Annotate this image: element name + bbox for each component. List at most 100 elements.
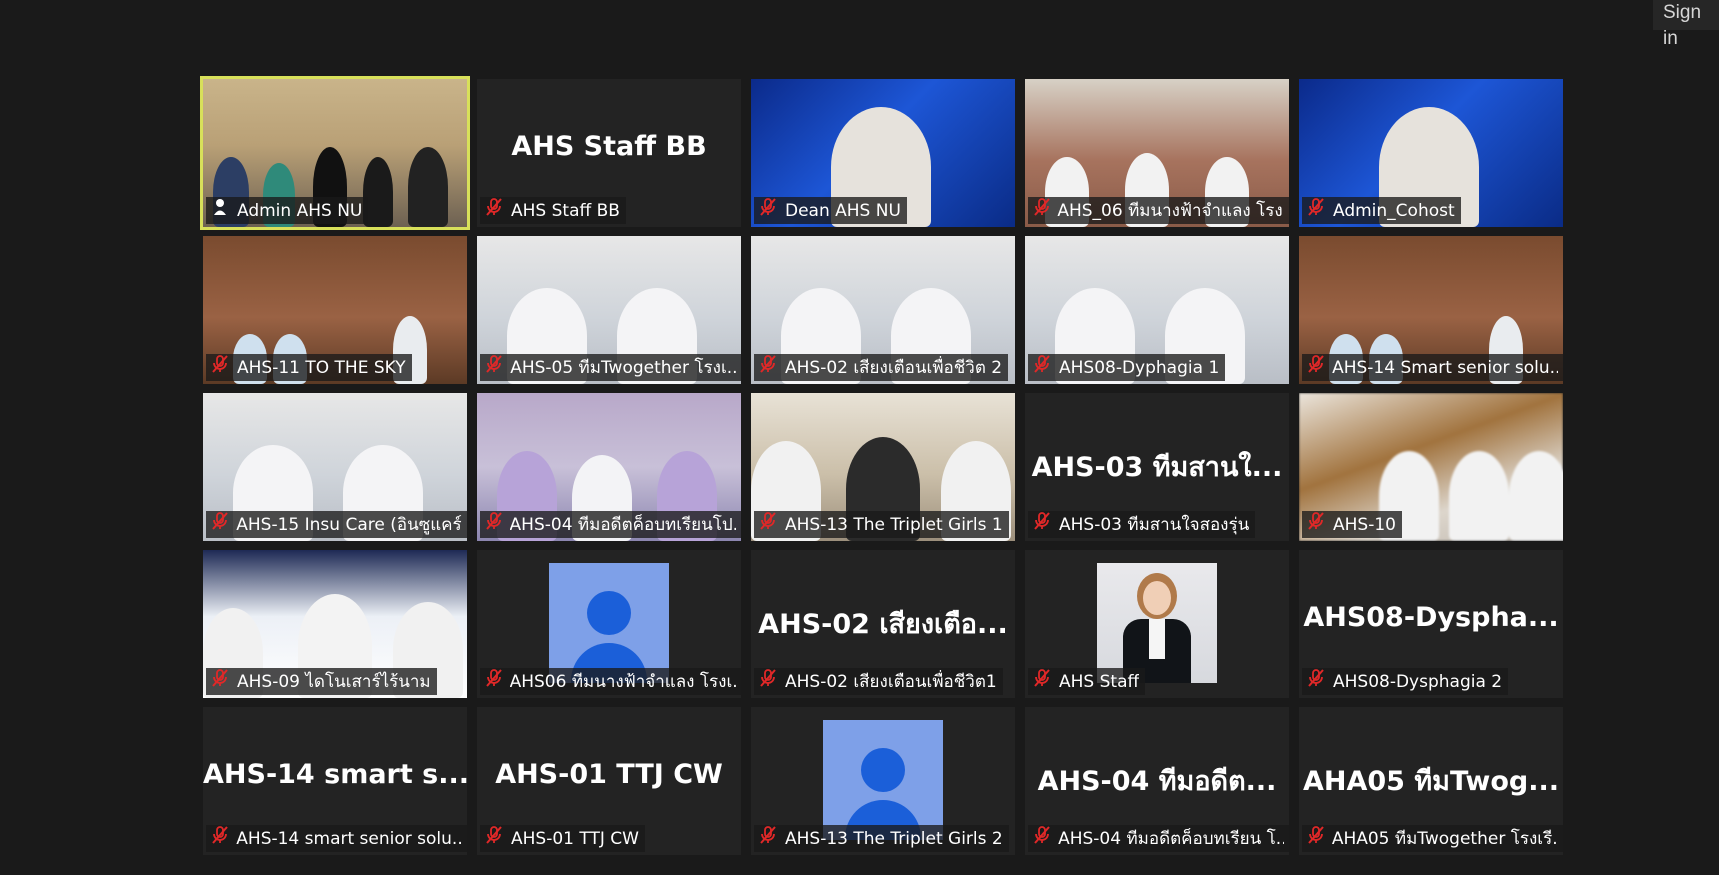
mic-muted-icon (758, 825, 785, 852)
mic-muted-icon (1306, 511, 1333, 538)
participant-tile[interactable]: AHS-13 The Triplet Girls 1 (751, 393, 1015, 541)
participant-tile[interactable]: AHS Staff BB AHS Staff BB (477, 79, 741, 227)
mic-muted-icon (1032, 354, 1059, 381)
participant-name: AHS-04 ทีมอดีตค็อบทเรียนโป... (509, 514, 736, 535)
participant-tile[interactable]: Admin AHS NU (200, 76, 470, 230)
participant-name-label: AHS-13 The Triplet Girls 1 (754, 511, 1009, 538)
participant-name-label: AHS-05 ทีมTwogether โรงเ... (480, 354, 741, 381)
participant-display-name: AHS-03 ทีมสานใ... (1031, 452, 1283, 483)
mic-muted-icon (1032, 511, 1059, 538)
participant-name-label: AHS-04 ทีมอดีตค็อบทเรียนโป... (480, 511, 741, 538)
participant-tile[interactable]: AHS Staff (1025, 550, 1289, 698)
participant-name-label: AHA05 ทีมTwogether โรงเรี... (1302, 825, 1563, 852)
participant-figure (1509, 451, 1563, 541)
participant-name: AHS-05 ทีมTwogether โรงเ... (510, 357, 736, 378)
participant-name: Dean AHS NU (785, 200, 901, 221)
mic-muted-icon (484, 825, 511, 852)
participant-name-label: AHS-02 เสียงเตือนเพื่อชีวิต1 (754, 668, 1003, 695)
participant-name: AHS-04 ทีมอดีตค็อบทเรียน โ... (1058, 828, 1284, 849)
participant-tile[interactable]: AHS08-Dyphagia 1 (1025, 236, 1289, 384)
mic-muted-icon (484, 197, 511, 224)
participant-name: AHS-09 ไดโนเสาร์ไร้นาม (237, 671, 431, 692)
mic-muted-icon (1032, 825, 1058, 852)
participant-display-name: AHS-14 smart s... (203, 759, 467, 790)
participant-display-name: AHS-01 TTJ CW (495, 759, 723, 790)
sign-in-button[interactable]: Sign in (1653, 0, 1719, 49)
participant-name: AHS06 ทีมนางฟ้าจำแลง โรงเ... (509, 671, 736, 692)
gallery-view: Admin AHS NU AHS Staff BB AHS Staff BB Dean… (200, 76, 1563, 855)
participant-name-label: AHS-13 The Triplet Girls 2 (754, 825, 1009, 852)
mic-muted-icon (484, 511, 510, 538)
participant-name-label: AHS-11 TO THE SKY (206, 354, 412, 381)
participant-tile[interactable]: AHA05 ทีมTwog... AHA05 ทีมTwogether โรงเร… (1299, 707, 1563, 855)
participant-name-label: AHS-14 Smart senior solu... (1302, 354, 1563, 381)
mic-muted-icon (1306, 668, 1333, 695)
participant-tile[interactable]: AHS-05 ทีมTwogether โรงเ... (477, 236, 741, 384)
participant-tile[interactable]: Dean AHS NU (751, 79, 1015, 227)
participant-display-name: AHS-04 ทีมอดีต... (1037, 766, 1277, 797)
participant-name-label: AHS-02 เสียงเตือนเพื่อชีวิต 2 (754, 354, 1009, 381)
participant-name: AHS-14 smart senior solu... (236, 828, 462, 849)
pin-icon (210, 197, 237, 224)
participant-name-label: AHS-15 Insu Care (อินซูแคร์) (206, 511, 467, 538)
participant-name-label: AHS-03 ทีมสานใจสองรุ่น (1028, 511, 1256, 538)
mic-muted-icon (1306, 197, 1333, 224)
participant-tile[interactable]: Admin_Cohost (1299, 79, 1563, 227)
participant-tile[interactable]: AHS-04 ทีมอดีต... AHS-04 ทีมอดีตค็อบทเรีย… (1025, 707, 1289, 855)
participant-name: AHS-02 เสียงเตือนเพื่อชีวิต1 (785, 671, 997, 692)
participant-name-label: AHS Staff BB (480, 197, 626, 224)
default-avatar-icon (823, 720, 943, 840)
participant-name: AHS_06 ทีมนางฟ้าจำแลง โรง... (1057, 200, 1284, 221)
participant-name: AHS-15 Insu Care (อินซูแคร์) (236, 514, 462, 535)
participant-name: AHS Staff (1059, 671, 1140, 692)
participant-display-name: AHS-02 เสียงเตือ... (758, 609, 1008, 640)
participant-display-name: AHS08-Dyspha... (1303, 602, 1559, 633)
participant-display-name: AHA05 ทีมTwog... (1303, 766, 1559, 797)
participant-tile[interactable]: AHS-15 Insu Care (อินซูแคร์) (203, 393, 467, 541)
mic-muted-icon (210, 511, 236, 538)
participant-name: AHS-14 Smart senior solu... (1332, 357, 1558, 378)
participant-figure (1449, 451, 1509, 541)
participant-tile[interactable]: AHS-14 Smart senior solu... (1299, 236, 1563, 384)
mic-muted-icon (758, 197, 785, 224)
participant-name: AHS-03 ทีมสานใจสองรุ่น (1059, 514, 1250, 535)
participant-tile[interactable]: AHS-02 เสียงเตือนเพื่อชีวิต 2 (751, 236, 1015, 384)
participant-tile[interactable]: AHS08-Dyspha... AHS08-Dysphagia 2 (1299, 550, 1563, 698)
participant-name: AHA05 ทีมTwogether โรงเรี... (1331, 828, 1558, 849)
participant-name-label: AHS-10 (1302, 511, 1402, 538)
participant-tile[interactable]: AHS-01 TTJ CW AHS-01 TTJ CW (477, 707, 741, 855)
mic-muted-icon (210, 668, 237, 695)
mic-muted-icon (758, 354, 785, 381)
mic-muted-icon (210, 354, 237, 381)
participant-name-label: AHS-09 ไดโนเสาร์ไร้นาม (206, 668, 437, 695)
participant-name-label: AHS_06 ทีมนางฟ้าจำแลง โรง... (1028, 197, 1289, 224)
participant-name: AHS-01 TTJ CW (511, 828, 639, 849)
mic-muted-icon (210, 825, 236, 852)
participant-tile[interactable]: AHS-04 ทีมอดีตค็อบทเรียนโป... (477, 393, 741, 541)
participant-tile[interactable]: AHS_06 ทีมนางฟ้าจำแลง โรง... (1025, 79, 1289, 227)
participant-name-label: AHS-01 TTJ CW (480, 825, 645, 852)
participant-name: AHS-11 TO THE SKY (237, 357, 406, 378)
participant-tile[interactable]: AHS-13 The Triplet Girls 2 (751, 707, 1015, 855)
participant-tile[interactable]: AHS06 ทีมนางฟ้าจำแลง โรงเ... (477, 550, 741, 698)
participant-name-label: AHS08-Dysphagia 2 (1302, 668, 1509, 695)
participant-tile[interactable]: AHS-10 (1299, 393, 1563, 541)
participant-name-label: AHS Staff (1028, 668, 1146, 695)
mic-muted-icon (484, 354, 510, 381)
participant-tile[interactable]: AHS-09 ไดโนเสาร์ไร้นาม (203, 550, 467, 698)
participant-name: AHS08-Dysphagia 2 (1333, 671, 1503, 692)
profile-photo (1097, 563, 1217, 683)
participant-tile[interactable]: AHS-02 เสียงเตือ... AHS-02 เสียงเตือนเพื่… (751, 550, 1015, 698)
participant-tile[interactable]: AHS-11 TO THE SKY (203, 236, 467, 384)
participant-name: AHS-13 The Triplet Girls 2 (785, 828, 1003, 849)
participant-name-label: AHS-14 smart senior solu... (206, 825, 467, 852)
participant-tile[interactable]: AHS-03 ทีมสานใ... AHS-03 ทีมสานใจสองรุ่น (1025, 393, 1289, 541)
mic-muted-icon (484, 668, 510, 695)
mic-muted-icon (758, 668, 785, 695)
participant-name: AHS-13 The Triplet Girls 1 (785, 514, 1003, 535)
participant-name: Admin AHS NU (237, 200, 363, 221)
participant-name-label: Admin AHS NU (206, 197, 369, 224)
default-avatar-icon (549, 563, 669, 683)
mic-muted-icon (1306, 825, 1332, 852)
participant-tile[interactable]: AHS-14 smart s... AHS-14 smart senior sol… (203, 707, 467, 855)
